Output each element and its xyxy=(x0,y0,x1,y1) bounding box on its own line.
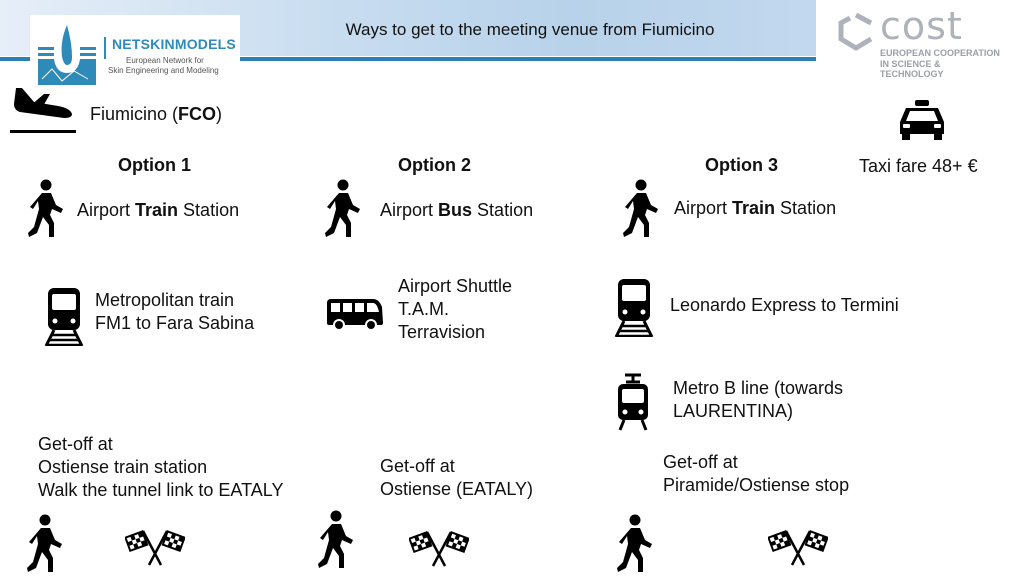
train-icon xyxy=(44,286,84,346)
origin-label: Fiumicino (FCO) xyxy=(90,104,223,124)
checkered-flags-icon xyxy=(125,527,185,567)
netskinmodels-tagline-2: Skin Engineering and Modeling xyxy=(108,66,219,75)
cost-name: cost xyxy=(880,4,963,48)
option-3-step-2: Leonardo Express to Termini xyxy=(670,295,899,315)
page-title: Ways to get to the meeting venue from Fi… xyxy=(345,20,715,39)
taxi-fare: Taxi fare 48+ € xyxy=(859,156,978,176)
option-1-step-1: Airport Train Station xyxy=(77,200,240,220)
skin-drop-icon xyxy=(38,25,96,85)
option-3-final: Get-off at Piramide/Ostiense stop xyxy=(663,452,850,495)
cost-hexagon-icon xyxy=(838,12,873,51)
tram-icon xyxy=(613,372,653,432)
origin-code: FCO xyxy=(178,104,217,124)
option-2-final: Get-off at Ostiense (EATALY) xyxy=(380,456,534,499)
bus-icon xyxy=(325,297,385,333)
option-2-step-2: Airport Shuttle T.A.M. Terravision xyxy=(398,276,513,342)
checkered-flags-icon xyxy=(768,527,828,567)
walking-person-icon xyxy=(322,179,362,239)
option-3-step-1: Airport Train Station xyxy=(674,198,837,218)
cost-logo: cost EUROPEAN COOPERATION IN SCIENCE & T… xyxy=(836,4,1006,79)
netskinmodels-tagline-1: European Network for xyxy=(126,56,204,65)
option-3-title: Option 3 xyxy=(705,155,778,175)
netskinmodels-name: NETSKINMODELS xyxy=(112,36,236,52)
train-icon xyxy=(614,277,654,337)
walking-person-icon xyxy=(24,514,64,574)
option-2-step-1: Airport Bus Station xyxy=(380,200,534,220)
walking-person-icon xyxy=(315,510,355,570)
option-1-final: Get-off at Ostiense train station Walk the… xyxy=(38,434,284,500)
taxi-icon xyxy=(900,100,944,140)
option-3-step-3: Metro B line (towards LAURENTINA) xyxy=(673,378,844,421)
walking-person-icon xyxy=(620,179,660,239)
checkered-flags-icon xyxy=(409,528,469,568)
walking-person-icon xyxy=(614,514,654,574)
netskinmodels-logo: NETSKINMODELS European Network for Skin … xyxy=(30,15,240,95)
cost-tagline-2: IN SCIENCE & TECHNOLOGY xyxy=(880,59,944,79)
option-2-title: Option 2 xyxy=(398,155,471,175)
cost-tagline-1: EUROPEAN COOPERATION xyxy=(880,48,1000,58)
walking-person-icon xyxy=(25,179,65,239)
option-1-title: Option 1 xyxy=(118,155,191,175)
option-1-step-2: Metropolitan train FM1 to Fara Sabina xyxy=(95,290,255,333)
airplane-landing-icon xyxy=(10,88,76,133)
